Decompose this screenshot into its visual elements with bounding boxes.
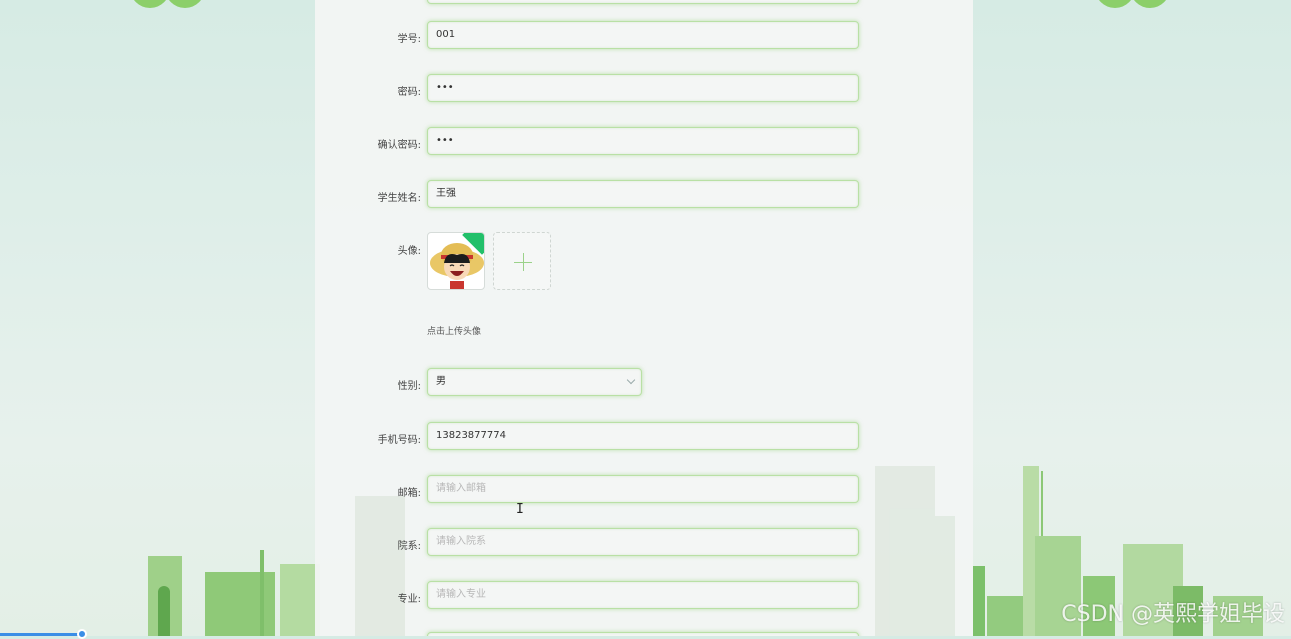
avatar-upload-tip: 点击上传头像: [427, 327, 482, 337]
student-name-input[interactable]: 王强: [427, 180, 859, 208]
confirm-password-input[interactable]: •••: [427, 127, 859, 155]
chevron-down-icon: [626, 375, 636, 385]
left-city-skyline: [0, 546, 320, 636]
register-form-panel: 学号: 001 密码: ••• 确认密码: ••• 学生姓名: 王强 头像: 点…: [315, 0, 973, 636]
leaf-decoration: [1095, 0, 1135, 8]
watermark-text: CSDN @英熙学姐毕设: [1061, 602, 1285, 627]
leaf-decoration: [1130, 0, 1170, 8]
department-input[interactable]: 请输入院系: [427, 528, 859, 556]
student-name-label: 学生姓名:: [377, 193, 421, 204]
student-id-input[interactable]: 001: [427, 21, 859, 49]
prev-field-input[interactable]: [427, 0, 859, 4]
leaf-decoration: [165, 0, 205, 8]
gender-select-value: 男: [436, 376, 446, 387]
department-label: 院系:: [397, 541, 421, 552]
password-label: 密码:: [397, 87, 421, 98]
major-input[interactable]: 请输入专业: [427, 581, 859, 609]
avatar-preview[interactable]: [427, 232, 485, 290]
student-id-label: 学号:: [397, 34, 421, 45]
password-input[interactable]: •••: [427, 74, 859, 102]
major-label: 专业:: [397, 594, 421, 605]
email-label: 邮箱:: [397, 488, 421, 499]
next-field-input[interactable]: [427, 632, 859, 636]
gender-label: 性别:: [397, 381, 421, 392]
email-input[interactable]: 请输入邮箱: [427, 475, 859, 503]
gender-select[interactable]: 男: [427, 368, 642, 396]
phone-label: 手机号码:: [377, 435, 421, 446]
avatar-upload-button[interactable]: [493, 232, 551, 290]
text-cursor-icon: I: [516, 502, 524, 517]
avatar-label: 头像:: [397, 246, 421, 257]
progress-handle[interactable]: [77, 629, 87, 639]
phone-input[interactable]: 13823877774: [427, 422, 859, 450]
confirm-password-label: 确认密码:: [377, 140, 421, 151]
leaf-decoration: [130, 0, 170, 8]
